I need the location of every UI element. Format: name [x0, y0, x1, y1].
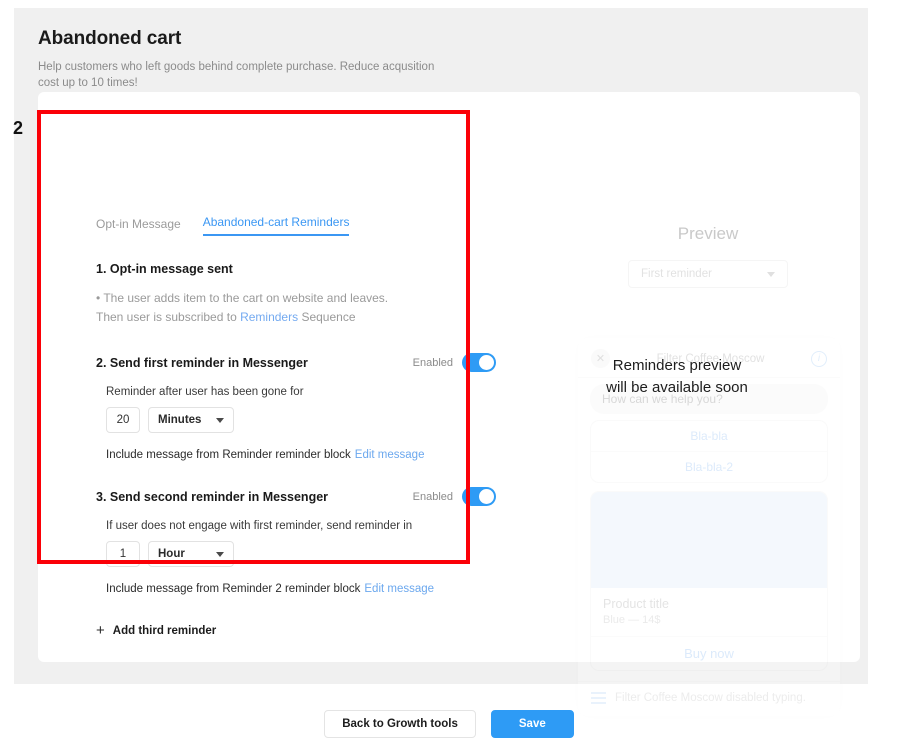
step-3-header: 3. Send second reminder in Messenger Ena…: [96, 487, 496, 506]
step-3-title: 3. Send second reminder in Messenger: [96, 489, 329, 504]
step-3-include-row: Include message from Reminder 2 reminder…: [106, 583, 496, 595]
step-3-delay-controls: Hour: [106, 541, 496, 567]
step-2-include-text: Include message from Reminder reminder b…: [106, 449, 351, 461]
step-2-delay-controls: Minutes: [106, 407, 496, 433]
step-2-delay-label: Reminder after user has been gone for: [106, 386, 304, 398]
step-2-delay-amount-input[interactable]: [106, 407, 140, 433]
footer-actions: Back to Growth tools Save: [38, 710, 860, 738]
product-card: Product title Blue — 14$ Buy now: [590, 491, 828, 671]
page-subtitle: Help customers who left goods behind com…: [38, 61, 435, 89]
step-3-delay-unit-select[interactable]: Hour: [148, 541, 234, 567]
buy-now-button[interactable]: Buy now: [591, 636, 827, 670]
step-3-include-text: Include message from Reminder 2 reminder…: [106, 583, 361, 595]
step-2-body: Reminder after user has been gone for Mi…: [96, 386, 496, 461]
annotation-number: 2: [13, 118, 24, 138]
step-3-delay-amount-input[interactable]: [106, 541, 140, 567]
tab-opt-in-message[interactable]: Opt-in Message: [96, 217, 181, 236]
chat-page-name: Filter Coffee Moscow: [656, 352, 765, 365]
step-3-toggle-group: Enabled: [413, 487, 496, 506]
chevron-down-icon: [216, 417, 224, 423]
page-header: Abandoned cart Help customers who left g…: [38, 28, 518, 91]
step-1-header: 1. Opt-in message sent: [96, 262, 496, 276]
step-1-description: • The user adds item to the cart on webs…: [96, 289, 496, 327]
add-third-reminder-label: Add third reminder: [112, 624, 217, 637]
back-to-growth-tools-button[interactable]: Back to Growth tools: [324, 710, 476, 738]
step-3-body: If user does not engage with first remin…: [96, 520, 496, 595]
toggle-knob: [479, 489, 494, 504]
product-image: [591, 492, 827, 588]
preview-reminder-value: First reminder: [641, 268, 712, 280]
chevron-down-icon: [216, 551, 224, 557]
step-2-include-row: Include message from Reminder reminder b…: [106, 449, 496, 461]
chat-header: ✕ Filter Coffee Moscow i: [578, 338, 840, 378]
step-3-delay-unit-value: Hour: [158, 548, 185, 560]
reminders-sequence-link[interactable]: Reminders: [240, 310, 298, 324]
quick-reply-1[interactable]: Bla-bla: [591, 421, 827, 452]
chat-footer-text: Filter Coffee Moscow disabled typing.: [615, 692, 806, 704]
step-3-delay-label: If user does not engage with first remin…: [106, 520, 413, 532]
step-1-desc-line2-pre: Then user is subscribed to: [96, 310, 241, 324]
info-icon[interactable]: i: [811, 350, 827, 367]
chat-greeting-bubble: How can we help you?: [590, 384, 828, 414]
step-2-title: 2. Send first reminder in Messenger: [96, 355, 308, 370]
reminders-settings-panel: Opt-in Message Abandoned-cart Reminders …: [96, 210, 496, 638]
content-card: Opt-in Message Abandoned-cart Reminders …: [38, 92, 860, 738]
step-2-edit-message-link[interactable]: Edit message: [355, 449, 425, 461]
save-button[interactable]: Save: [490, 710, 574, 738]
preview-panel: Preview First reminder ✕ Filter Coffee M…: [538, 210, 878, 716]
step-1-desc-line2-post: Sequence: [298, 310, 356, 324]
menu-icon[interactable]: [591, 692, 606, 704]
step-2-header: 2. Send first reminder in Messenger Enab…: [96, 353, 496, 372]
chevron-down-icon: [767, 271, 775, 277]
step-2-delay-unit-select[interactable]: Minutes: [148, 407, 234, 433]
close-icon[interactable]: ✕: [591, 349, 610, 368]
step-3-toggle-label: Enabled: [412, 490, 453, 503]
add-third-reminder-button[interactable]: + Add third reminder: [96, 623, 496, 638]
step-2-toggle-label: Enabled: [412, 356, 453, 369]
product-title: Product title: [603, 597, 670, 611]
step-2-delay-unit-value: Minutes: [158, 414, 202, 426]
plus-icon: +: [96, 622, 105, 639]
preview-reminder-select[interactable]: First reminder: [628, 260, 788, 288]
quick-reply-card: Bla-bla Bla-bla-2: [590, 420, 828, 483]
step-1-desc-line1: • The user adds item to the cart on webs…: [96, 291, 389, 305]
toggle-knob: [479, 355, 494, 370]
product-meta: Product title Blue — 14$: [591, 588, 827, 636]
step-2-toggle-group: Enabled: [413, 353, 496, 372]
quick-reply-2[interactable]: Bla-bla-2: [591, 452, 827, 482]
chat-preview-mock: ✕ Filter Coffee Moscow i How can we help…: [578, 338, 840, 716]
step-2-enabled-toggle[interactable]: [462, 353, 496, 372]
chat-body: How can we help you? Bla-bla Bla-bla-2 P…: [578, 378, 840, 681]
step-3-edit-message-link[interactable]: Edit message: [364, 583, 434, 595]
step-3-enabled-toggle[interactable]: [462, 487, 496, 506]
step-1-title: 1. Opt-in message sent: [96, 262, 233, 276]
preview-title: Preview: [677, 224, 739, 243]
tab-bar: Opt-in Message Abandoned-cart Reminders: [96, 210, 496, 236]
product-subtitle: Blue — 14$: [603, 614, 661, 626]
page-title: Abandoned cart: [38, 28, 182, 49]
tab-abandoned-cart-reminders[interactable]: Abandoned-cart Reminders: [202, 215, 350, 236]
